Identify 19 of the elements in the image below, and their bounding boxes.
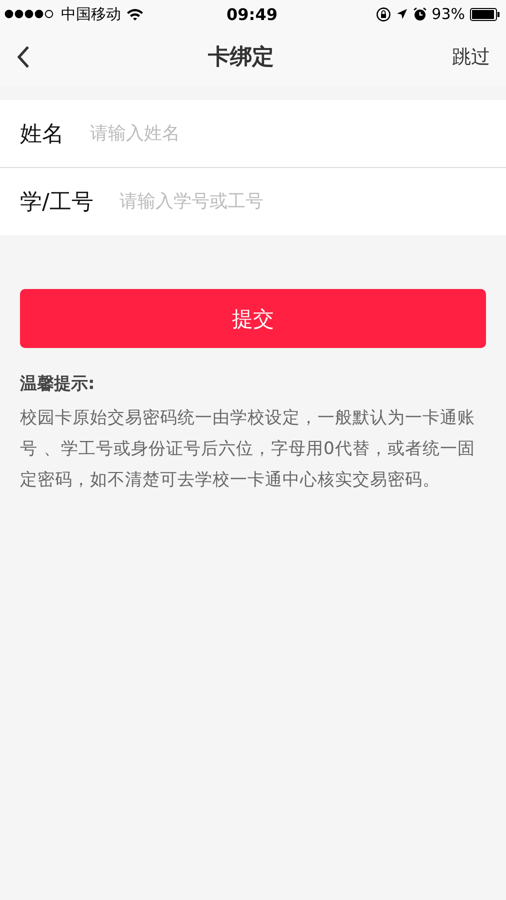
rotation-lock-icon	[376, 6, 391, 22]
location-icon	[396, 8, 408, 20]
carrier-name: 中国移动	[61, 4, 121, 24]
wifi-icon	[126, 8, 144, 20]
battery-percent: 93%	[432, 5, 465, 23]
input-field[interactable]: 请输入学号或工号	[119, 187, 506, 216]
tip-text: 校园卡原始交易密码统一由学校设定，一般默认为一卡通账号 、学工号或身份证号后六位，字母用0代替，或者统一固定密码，如不清楚可去学校一卡通中心核实交易密码。	[20, 407, 476, 492]
submit-button[interactable]: 提交	[20, 289, 486, 348]
page-title: 卡绑定	[208, 44, 274, 72]
field-label: 姓名	[20, 120, 64, 148]
input-field[interactable]: 请输入姓名	[90, 119, 506, 148]
battery-icon	[470, 8, 500, 20]
field-label: 学/工号	[20, 188, 94, 216]
clock-time: 09:49	[226, 4, 278, 24]
skip-button[interactable]: 跳过	[452, 44, 490, 70]
signal-icon	[4, 9, 56, 19]
back-button[interactable]	[16, 45, 30, 69]
tip-heading: 温馨提示:	[20, 373, 96, 395]
alarm-icon	[412, 7, 427, 21]
